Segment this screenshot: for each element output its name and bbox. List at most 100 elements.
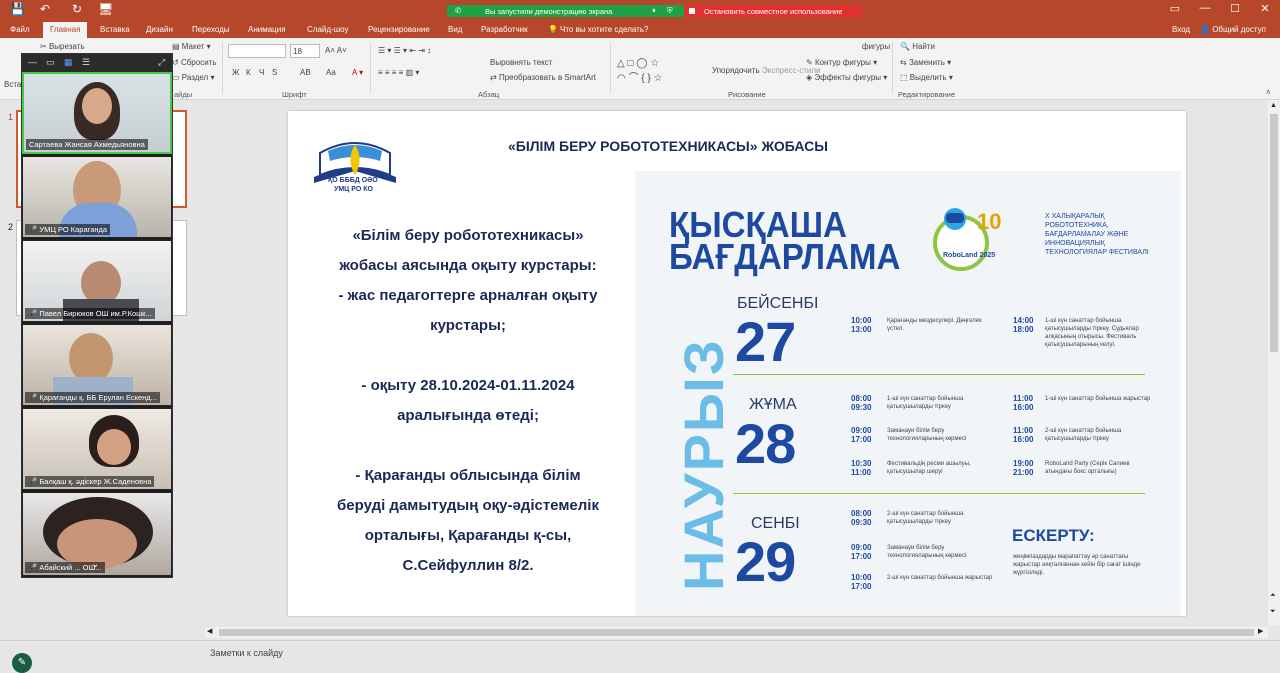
italic-button[interactable]: К bbox=[246, 68, 251, 77]
find-button[interactable]: 🔍 Найти bbox=[900, 42, 935, 51]
smartart-button[interactable]: ⇄ Преобразовать в SmartArt bbox=[490, 73, 596, 82]
body-line: орталығы, Қарағанды қ-сы, bbox=[364, 527, 572, 544]
list-view-icon[interactable]: ☰ bbox=[82, 57, 90, 68]
minimize-icon[interactable]: — bbox=[1190, 2, 1220, 14]
scroll-thumb[interactable] bbox=[1270, 114, 1278, 352]
stop-sharing-button[interactable]: Остановить совместное использование bbox=[684, 5, 862, 17]
festival-description: X ХАЛЫҚАРАЛЫҚ РОБОТОТЕХНИКА, БАҒДАРЛАМАЛ… bbox=[1045, 213, 1149, 256]
tell-me-input[interactable]: Что вы хотите сделать? bbox=[560, 25, 648, 34]
participant-name: 🎤 Қарағанды қ. ББ Ерулан Ескенд... bbox=[25, 392, 160, 403]
slide-canvas[interactable]: ҚО БББД ОӘО УМЦ РО КО «БІЛІМ БЕРУ РОБОТО… bbox=[288, 111, 1186, 616]
tab-insert[interactable]: Вставка bbox=[100, 25, 130, 34]
muted-mic-icon: 🎤 bbox=[28, 477, 38, 486]
tab-transitions[interactable]: Переходы bbox=[192, 25, 230, 34]
body-line: курстары; bbox=[430, 317, 506, 334]
paragraph-group-label: Абзац bbox=[478, 90, 500, 99]
participant-label: Қарағанды қ. ББ Ерулан Ескенд... bbox=[39, 393, 157, 402]
close-icon[interactable]: ✕ bbox=[1250, 2, 1280, 15]
more-participants-icon[interactable]: ⌄ bbox=[91, 559, 99, 570]
view-toggle-icon[interactable]: ▭ bbox=[46, 57, 55, 68]
tab-file[interactable]: Файл bbox=[10, 25, 30, 34]
layout-button[interactable]: ▤ Макет ▾ bbox=[172, 42, 211, 51]
shape-outline-button[interactable]: ✎ Контур фигуры ▾ bbox=[806, 58, 877, 67]
scroll-up-icon[interactable]: ▲ bbox=[1270, 102, 1277, 109]
font-family-select[interactable] bbox=[228, 44, 286, 58]
align-icons[interactable]: ≡ ≡ ≡ ≡ ▥ ▾ bbox=[378, 68, 419, 77]
change-case-button[interactable]: Аа bbox=[326, 68, 336, 77]
participant-tile[interactable]: Сартаева Жансая Ахмедьяновна bbox=[22, 72, 172, 154]
maximize-icon[interactable]: ☐ bbox=[1220, 2, 1250, 15]
scroll-left-icon[interactable]: ◀ bbox=[207, 627, 212, 635]
replace-button[interactable]: ⇆ Заменить ▾ bbox=[900, 58, 951, 67]
participant-tile[interactable]: 🎤 Павел Бирюков ОШ им.Р.Кошк... bbox=[22, 240, 172, 322]
event-text: 1-ші күн санаттар бойынша қатысушыларды … bbox=[1045, 318, 1139, 348]
share-button[interactable]: 👤 Общий доступ bbox=[1200, 25, 1266, 34]
scroll-thumb-h[interactable] bbox=[219, 629, 1254, 636]
prev-slide-icon[interactable]: ⏶ bbox=[1270, 592, 1276, 600]
participant-tile[interactable]: 🎤 УМЦ РО Караганда bbox=[22, 156, 172, 238]
participant-tile[interactable]: 🎤 Балқаш қ. әдіскер Ж.Саденовна bbox=[22, 408, 172, 490]
body-line: жобасы аясында оқыту курстары: bbox=[339, 257, 597, 274]
vertical-scrollbar[interactable]: ▲ ⏶ ⏷ bbox=[1268, 100, 1280, 625]
event-time: 09:00 17:00 bbox=[851, 426, 872, 444]
event-text: 1-ші күн санаттар бойынша жарыстар bbox=[1045, 396, 1151, 402]
shapes-gallery[interactable]: △ □ ◯ ☆ ◠ ⌒ { } ☆ bbox=[617, 58, 662, 84]
collapse-ribbon-icon[interactable]: ˄ bbox=[1266, 88, 1271, 97]
logo-text-2: УМЦ РО КО bbox=[334, 186, 373, 193]
minimize-gallery-icon[interactable]: — bbox=[28, 57, 37, 67]
signin-link[interactable]: Вход bbox=[1172, 25, 1190, 34]
tab-animation[interactable]: Анимация bbox=[248, 25, 286, 34]
align-text-button[interactable]: Выровнять текст bbox=[490, 58, 552, 67]
bold-button[interactable]: Ж bbox=[232, 68, 239, 77]
month-label: НАУРЫЗ bbox=[672, 338, 735, 591]
notes-pane[interactable]: Заметки к слайду bbox=[0, 640, 1280, 672]
restore-ribbon-icon[interactable]: ▭ bbox=[1160, 2, 1190, 15]
share-label: Общий доступ bbox=[1212, 25, 1266, 34]
arrange-button[interactable]: Упорядочить bbox=[712, 66, 760, 75]
pause-icon[interactable]: ⏸ bbox=[652, 6, 656, 16]
tab-design[interactable]: Дизайн bbox=[146, 25, 173, 34]
screenshare-status: Вы запустили демонстрацию экрана bbox=[485, 7, 613, 16]
participant-tile[interactable]: 🎤 Абайский ... ОШ... ⌄ bbox=[22, 492, 172, 576]
strike-button[interactable]: S bbox=[272, 68, 277, 77]
font-size-select[interactable]: 18 bbox=[290, 44, 320, 58]
horizontal-scrollbar[interactable]: ◀ ▶ bbox=[205, 627, 1268, 638]
select-button[interactable]: ⬚ Выделить ▾ bbox=[900, 73, 953, 82]
participant-label: Балқаш қ. әдіскер Ж.Саденовна bbox=[39, 477, 152, 486]
shape-fill-button[interactable]: фигуры bbox=[862, 42, 890, 51]
cut-button[interactable]: ✂ Вырезать bbox=[40, 42, 85, 51]
shape-effects-button[interactable]: ◈ Эффекты фигуры ▾ bbox=[806, 73, 887, 82]
section-label: Раздел bbox=[181, 73, 209, 82]
grow-font-icon[interactable]: A˄ A˅ bbox=[325, 46, 347, 55]
tab-view[interactable]: Вид bbox=[448, 25, 462, 34]
tab-developer[interactable]: Разработчик bbox=[481, 25, 528, 34]
underline-button[interactable]: Ч bbox=[259, 68, 264, 77]
bullets-icon[interactable]: ☰ ▾ ☰ ▾ ⇤ ⇥ ↕ bbox=[378, 46, 431, 55]
tab-review[interactable]: Рецензирование bbox=[368, 25, 430, 34]
event-time: 10:00 17:00 bbox=[851, 573, 872, 591]
next-slide-icon[interactable]: ⏷ bbox=[1270, 608, 1276, 616]
char-spacing-button[interactable]: АВ bbox=[300, 68, 311, 77]
editing-group-label: Редактирование bbox=[898, 90, 956, 99]
event-text: Заманауи білім беру технологияларының кө… bbox=[887, 428, 967, 442]
font-color-button[interactable]: A ▾ bbox=[352, 68, 363, 77]
muted-mic-icon: 🎤 bbox=[28, 309, 38, 318]
section-button[interactable]: ▭ Раздел ▾ bbox=[172, 73, 214, 82]
body-line: беруді дамытудың оқу-әдістемелік bbox=[337, 497, 599, 514]
grid-view-icon[interactable]: ▦ bbox=[64, 57, 73, 68]
participant-face bbox=[97, 429, 131, 465]
tab-home[interactable]: Главная bbox=[43, 22, 88, 38]
expand-icon[interactable]: ⤢ bbox=[158, 57, 165, 68]
layout-label: Макет bbox=[181, 42, 205, 51]
scroll-right-icon[interactable]: ▶ bbox=[1258, 627, 1263, 635]
video-call-gallery: — ▭ ▦ ☰ ⤢ Сартаева Жансая Ахмедьяновна 🎤… bbox=[21, 53, 173, 578]
paste-button[interactable]: Вста bbox=[4, 80, 21, 89]
reset-button[interactable]: ↺ Сбросить bbox=[172, 58, 217, 67]
participant-tile[interactable]: 🎤 Қарағанды қ. ББ Ерулан Ескенд... bbox=[22, 324, 172, 406]
notes-placeholder: Заметки к слайду bbox=[210, 648, 283, 658]
event-time: 08:00 09:30 bbox=[851, 509, 872, 527]
divider bbox=[222, 42, 223, 94]
tab-slideshow[interactable]: Слайд-шоу bbox=[307, 25, 348, 34]
pencil-icon[interactable]: ✎ bbox=[12, 653, 32, 673]
event-time: 10:00 13:00 bbox=[851, 316, 872, 334]
